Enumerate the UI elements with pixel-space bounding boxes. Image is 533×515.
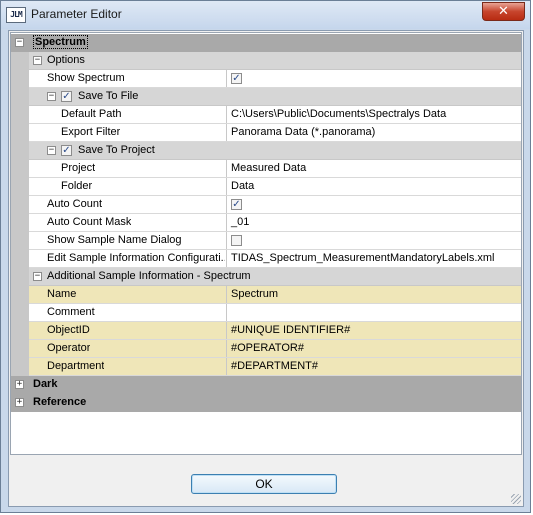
close-button[interactable]: ✕ (482, 2, 525, 21)
property-name: Export Filter (61, 126, 121, 138)
property-row[interactable]: Operator #OPERATOR# (11, 340, 521, 358)
dialog-client-area: − Spectrum − Options Show Spectrum ✓ − ✓… (8, 30, 524, 507)
category-dark[interactable]: + Dark (11, 376, 521, 394)
property-row[interactable]: Name Spectrum (11, 286, 521, 304)
app-icon: JLM (6, 7, 26, 23)
objectid-value[interactable]: #UNIQUE IDENTIFIER# (226, 322, 521, 339)
expand-icon[interactable]: + (15, 380, 24, 389)
property-name: Department (47, 360, 105, 372)
property-row[interactable]: Project Measured Data (11, 160, 521, 178)
show-spectrum-checkbox[interactable]: ✓ (231, 73, 242, 84)
operator-value[interactable]: #OPERATOR# (226, 340, 521, 357)
property-name: Project (61, 162, 96, 174)
category-label: Save To File (78, 90, 139, 102)
auto-count-checkbox[interactable]: ✓ (231, 199, 242, 210)
parameter-editor-window: JLM Parameter Editor ✕ − Spectrum − Opti… (0, 0, 531, 513)
property-row[interactable]: Show Spectrum ✓ (11, 70, 521, 88)
collapse-icon[interactable]: − (33, 56, 42, 65)
property-name: Operator (47, 342, 91, 354)
resize-grip[interactable] (511, 494, 521, 504)
category-label: Additional Sample Information - Spectrum (47, 270, 251, 282)
save-to-file-checkbox[interactable]: ✓ (61, 91, 72, 102)
property-row[interactable]: Department #DEPARTMENT# (11, 358, 521, 376)
category-options[interactable]: − Options (11, 52, 521, 70)
property-row[interactable]: ObjectID #UNIQUE IDENTIFIER# (11, 322, 521, 340)
property-row[interactable]: Edit Sample Information Configurati... T… (11, 250, 521, 268)
property-name: Auto Count (47, 198, 103, 210)
ok-button[interactable]: OK (191, 474, 337, 494)
auto-count-mask-value[interactable]: _01 (226, 214, 521, 231)
category-label: Reference (33, 396, 87, 408)
category-spectrum[interactable]: − Spectrum (11, 34, 521, 52)
expand-icon[interactable]: + (15, 398, 24, 407)
category-save-to-project[interactable]: − ✓ Save To Project (11, 142, 521, 160)
category-label: Options (47, 54, 85, 66)
property-name: Comment (47, 306, 95, 318)
category-label: Spectrum (33, 35, 88, 49)
property-row[interactable]: Folder Data (11, 178, 521, 196)
collapse-icon[interactable]: − (47, 146, 56, 155)
property-value[interactable]: ✓ (226, 196, 521, 213)
property-value[interactable] (226, 232, 521, 249)
property-name: Show Sample Name Dialog (47, 234, 182, 246)
collapse-icon[interactable]: − (15, 38, 24, 47)
default-path-value[interactable]: C:\Users\Public\Documents\Spectralys Dat… (226, 106, 521, 123)
show-sample-name-dialog-checkbox[interactable] (231, 235, 242, 246)
export-filter-value[interactable]: Panorama Data (*.panorama) (226, 124, 521, 141)
comment-value[interactable] (226, 304, 521, 321)
property-name: Folder (61, 180, 93, 192)
name-value[interactable]: Spectrum (226, 286, 521, 303)
property-row[interactable]: Auto Count Mask _01 (11, 214, 521, 232)
category-save-to-file[interactable]: − ✓ Save To File (11, 88, 521, 106)
category-reference[interactable]: + Reference (11, 394, 521, 412)
edit-sample-info-value[interactable]: TIDAS_Spectrum_MeasurementMandatoryLabel… (226, 250, 521, 267)
property-row[interactable]: Default Path C:\Users\Public\Documents\S… (11, 106, 521, 124)
property-row[interactable]: Export Filter Panorama Data (*.panorama) (11, 124, 521, 142)
property-name: Auto Count Mask (47, 216, 132, 228)
property-name: Show Spectrum (47, 72, 125, 84)
property-name: ObjectID (47, 324, 90, 336)
title-bar[interactable]: JLM Parameter Editor ✕ (1, 1, 530, 29)
property-row[interactable]: Comment (11, 304, 521, 322)
property-name: Edit Sample Information Configurati... (47, 252, 225, 264)
property-row[interactable]: Auto Count ✓ (11, 196, 521, 214)
property-row[interactable]: Show Sample Name Dialog (11, 232, 521, 250)
category-additional-sample-info[interactable]: − Additional Sample Information - Spectr… (11, 268, 521, 286)
collapse-icon[interactable]: − (33, 272, 42, 281)
save-to-project-checkbox[interactable]: ✓ (61, 145, 72, 156)
project-value[interactable]: Measured Data (226, 160, 521, 177)
property-value[interactable]: ✓ (226, 70, 521, 87)
property-grid: − Spectrum − Options Show Spectrum ✓ − ✓… (10, 32, 522, 455)
category-label: Dark (33, 378, 58, 390)
department-value[interactable]: #DEPARTMENT# (226, 358, 521, 375)
folder-value[interactable]: Data (226, 178, 521, 195)
property-name: Default Path (61, 108, 122, 120)
collapse-icon[interactable]: − (47, 92, 56, 101)
window-title: Parameter Editor (31, 7, 122, 21)
category-label: Save To Project (78, 144, 155, 156)
property-name: Name (47, 288, 77, 300)
